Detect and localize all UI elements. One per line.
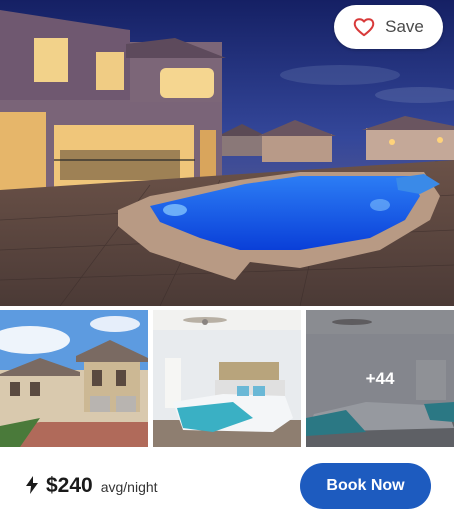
more-photos-count: +44	[365, 368, 395, 388]
book-now-button[interactable]: Book Now	[300, 463, 431, 509]
thumbnail-exterior[interactable]	[0, 310, 148, 447]
thumbnail-more-photos[interactable]: +44	[306, 310, 454, 447]
lightning-bolt-icon	[26, 476, 38, 494]
more-photos-overlay: +44	[306, 310, 454, 447]
bedroom-photo	[153, 310, 301, 447]
thumbnail-bedroom[interactable]	[153, 310, 301, 447]
exterior-photo	[0, 310, 148, 447]
price-block: $240 avg/night	[26, 474, 158, 498]
save-button[interactable]: Save	[334, 5, 443, 49]
hero-photo[interactable]: Save	[0, 0, 454, 306]
heart-outline-icon	[353, 18, 375, 37]
listing-footer: $240 avg/night Book Now	[0, 448, 454, 520]
save-button-label: Save	[385, 17, 424, 36]
price-amount: $240	[46, 474, 93, 497]
price-unit: avg/night	[100, 479, 158, 495]
listing-card: Save +44 $240 avg/night Book Now	[0, 0, 454, 520]
